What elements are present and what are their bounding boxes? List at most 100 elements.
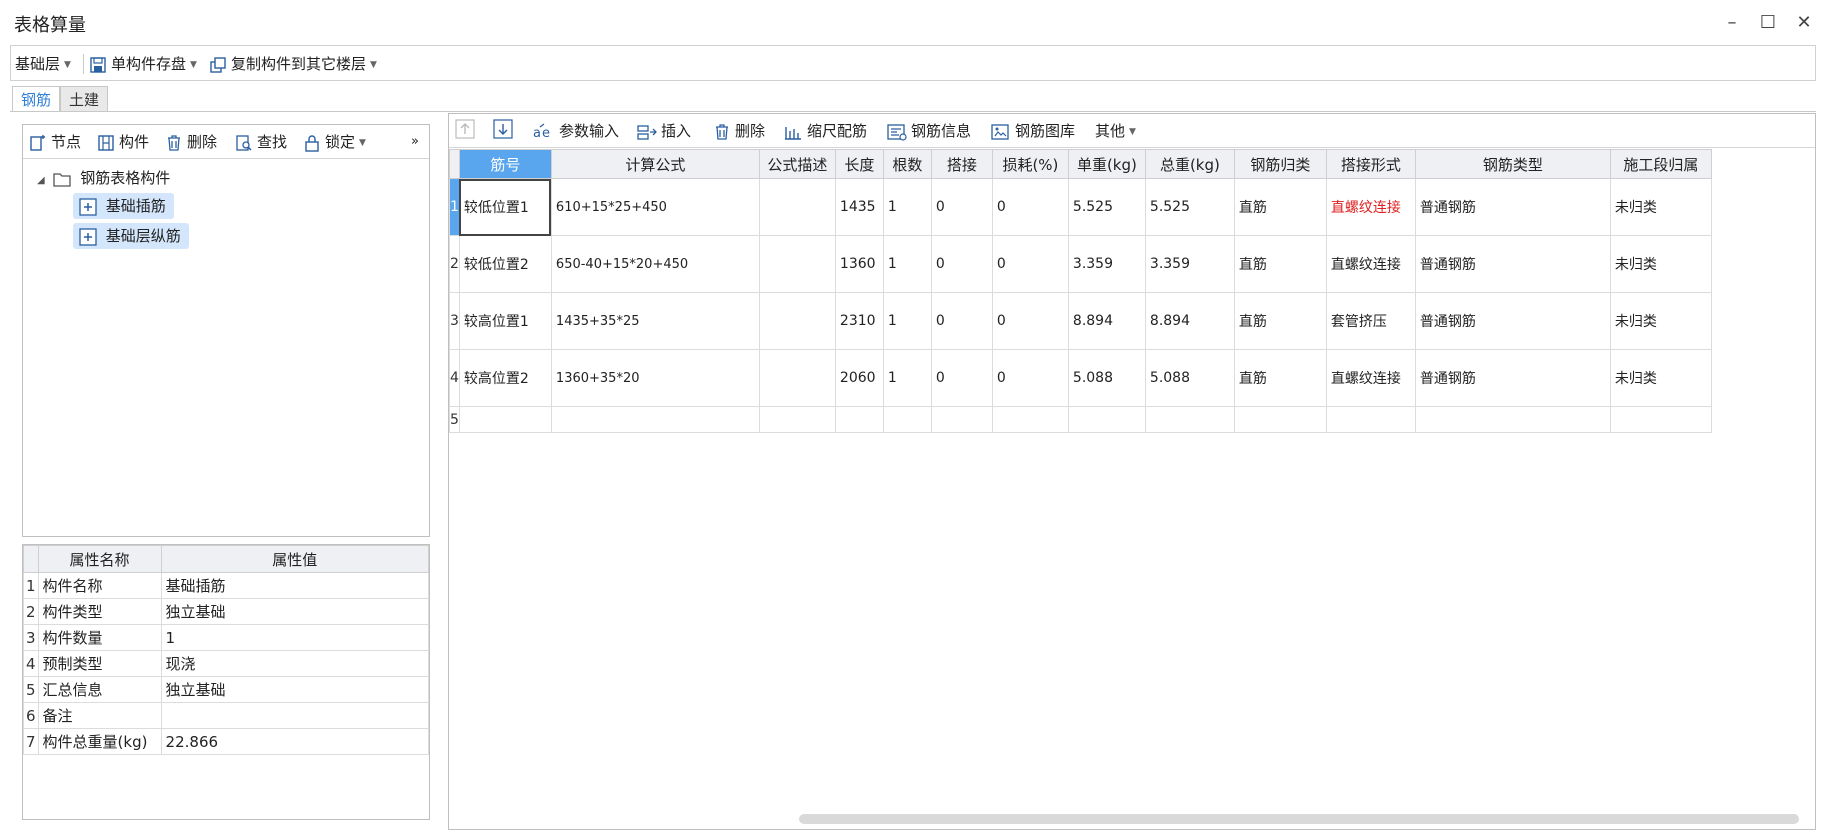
save-component-button[interactable]: 单构件存盘 ▼ [89, 50, 197, 78]
cell-formula-desc[interactable] [758, 235, 836, 293]
cell-bar-no[interactable]: 较高位置2 [458, 349, 552, 407]
cell-lap[interactable]: 0 [930, 178, 993, 236]
cell-loss[interactable]: 0 [991, 292, 1069, 350]
cell-lap-type[interactable]: 直螺纹连接 [1325, 349, 1416, 407]
column-header[interactable]: 搭接 [930, 149, 993, 179]
prop-value[interactable] [160, 702, 430, 729]
cell-lap[interactable] [930, 406, 993, 433]
cell-rebar-type[interactable]: 普通钢筋 [1414, 235, 1611, 293]
expand-toolbar-button[interactable]: » [411, 130, 419, 154]
prop-value[interactable]: 基础插筋 [160, 572, 430, 599]
cell-formula[interactable]: 1435+35*25 [550, 292, 760, 350]
column-header[interactable]: 公式描述 [758, 149, 836, 179]
cell-lap-type[interactable] [1325, 406, 1416, 433]
cell-total-weight[interactable]: 5.088 [1144, 349, 1235, 407]
insert-button[interactable]: 插入 [637, 119, 691, 143]
cell-lap[interactable]: 0 [930, 349, 993, 407]
column-header[interactable]: 施工段归属 [1609, 149, 1712, 179]
table-row[interactable]: 2 构件类型 独立基础 [23, 598, 430, 625]
table-row[interactable]: 3 构件数量 1 [23, 624, 430, 651]
column-header[interactable]: 根数 [882, 149, 932, 179]
find-button[interactable]: 查找 [235, 130, 287, 154]
maximize-button[interactable]: ☐ [1754, 10, 1782, 36]
cell-segment[interactable]: 未归类 [1609, 349, 1712, 407]
cell-lap-type[interactable]: 套管挤压 [1325, 292, 1416, 350]
cell-rebar-type[interactable]: 普通钢筋 [1414, 349, 1611, 407]
scale-rebar-button[interactable]: 缩尺配筋 [783, 119, 867, 143]
column-header[interactable]: 总重(kg) [1144, 149, 1235, 179]
cell-unit-weight[interactable]: 5.525 [1067, 178, 1146, 236]
cell-rebar-type[interactable]: 普通钢筋 [1414, 292, 1611, 350]
lock-button[interactable]: 锁定 ▼ [303, 130, 366, 154]
table-row[interactable]: 4 预制类型 现浇 [23, 650, 430, 677]
column-header[interactable]: 筋号 [458, 149, 552, 179]
cell-rebar-category[interactable]: 直筋 [1233, 349, 1327, 407]
prop-value[interactable]: 现浇 [160, 650, 430, 677]
cell-rebar-type[interactable] [1414, 406, 1611, 433]
table-row[interactable]: 1 构件名称 基础插筋 [23, 572, 430, 599]
table-row[interactable]: 6 备注 [23, 702, 430, 729]
tab-rebar[interactable]: 钢筋 [12, 86, 61, 112]
prop-value[interactable]: 22.866 [160, 728, 430, 755]
cell-segment[interactable]: 未归类 [1609, 292, 1712, 350]
cell-unit-weight[interactable]: 8.894 [1067, 292, 1146, 350]
cell-formula[interactable]: 1360+35*20 [550, 349, 760, 407]
cell-length[interactable]: 2310 [834, 292, 884, 350]
move-up-button[interactable] [455, 119, 475, 143]
horizontal-scrollbar[interactable] [799, 814, 1799, 824]
floor-select[interactable]: 基础层 ▼ [15, 50, 71, 78]
cell-rebar-category[interactable] [1233, 406, 1327, 433]
cell-formula[interactable]: 610+15*25+450 [550, 178, 760, 236]
column-header[interactable]: 长度 [834, 149, 884, 179]
minimize-button[interactable]: – [1718, 10, 1746, 36]
cell-length[interactable] [834, 406, 884, 433]
rebar-library-button[interactable]: 钢筋图库 [991, 119, 1075, 143]
cell-total-weight[interactable] [1144, 406, 1235, 433]
node-button[interactable]: 节点 [29, 130, 81, 154]
table-row[interactable]: 2 较低位置2 650-40+15*20+450 1360 1 0 0 3.35… [449, 235, 1712, 293]
column-header[interactable]: 搭接形式 [1325, 149, 1416, 179]
cell-lap[interactable]: 0 [930, 292, 993, 350]
move-down-button[interactable] [493, 119, 513, 143]
delete-row-button[interactable]: 删除 [713, 119, 765, 143]
close-button[interactable]: ✕ [1790, 10, 1818, 36]
row-number[interactable]: 4 [449, 349, 460, 407]
tree-root[interactable]: ◢ 钢筋表格构件 [37, 167, 170, 188]
tab-civil[interactable]: 土建 [60, 86, 109, 112]
prop-value[interactable]: 独立基础 [160, 676, 430, 703]
cell-length[interactable]: 2060 [834, 349, 884, 407]
cell-lap-type[interactable]: 直螺纹连接 [1325, 235, 1416, 293]
column-header[interactable]: 钢筋归类 [1233, 149, 1327, 179]
cell-unit-weight[interactable] [1067, 406, 1146, 433]
tree-item-foundation-dowel[interactable]: 基础插筋 [73, 193, 174, 219]
cell-formula-desc[interactable] [758, 178, 836, 236]
cell-formula[interactable]: 650-40+15*20+450 [550, 235, 760, 293]
other-menu[interactable]: 其他 ▼ [1095, 119, 1136, 143]
component-button[interactable]: 构件 [97, 130, 149, 154]
column-header[interactable]: 钢筋类型 [1414, 149, 1611, 179]
cell-total-weight[interactable]: 5.525 [1144, 178, 1235, 236]
prop-value[interactable]: 独立基础 [160, 598, 430, 625]
tree-item-foundation-longitudinal[interactable]: 基础层纵筋 [73, 223, 189, 249]
cell-count[interactable]: 1 [882, 349, 932, 407]
cell-rebar-category[interactable]: 直筋 [1233, 178, 1327, 236]
table-row[interactable]: 5 [449, 406, 1712, 433]
cell-rebar-category[interactable]: 直筋 [1233, 235, 1327, 293]
cell-formula-desc[interactable] [758, 406, 836, 433]
column-header[interactable]: 损耗(%) [991, 149, 1069, 179]
table-row[interactable]: 7 构件总重量(kg) 22.866 [23, 728, 430, 755]
cell-formula-desc[interactable] [758, 292, 836, 350]
cell-loss[interactable]: 0 [991, 235, 1069, 293]
cell-total-weight[interactable]: 8.894 [1144, 292, 1235, 350]
row-number[interactable]: 5 [449, 406, 460, 433]
cell-bar-no[interactable]: 较低位置1 [458, 178, 552, 236]
cell-bar-no[interactable]: 较低位置2 [458, 235, 552, 293]
prop-value[interactable]: 1 [160, 624, 430, 651]
cell-segment[interactable] [1609, 406, 1712, 433]
cell-count[interactable]: 1 [882, 178, 932, 236]
table-row[interactable]: 1 较低位置1 610+15*25+450 1435 1 0 0 5.525 5… [449, 178, 1712, 236]
cell-bar-no[interactable] [458, 406, 552, 433]
collapse-arrow-icon[interactable]: ◢ [37, 175, 45, 186]
cell-length[interactable]: 1435 [834, 178, 884, 236]
cell-count[interactable]: 1 [882, 292, 932, 350]
